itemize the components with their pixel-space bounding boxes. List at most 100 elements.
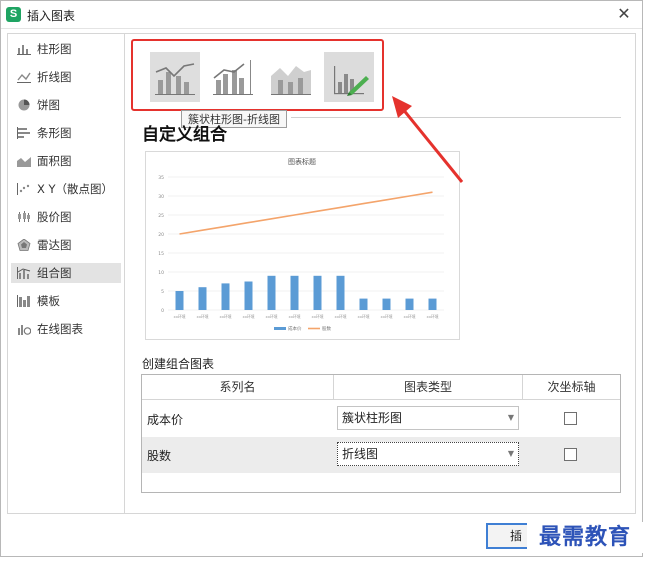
bar	[244, 281, 253, 310]
bar	[382, 298, 391, 310]
sidebar-item-label: 在线图表	[37, 322, 83, 336]
x-tick-label: xx环境	[380, 314, 392, 319]
legend-label: 成本价	[288, 325, 302, 332]
secondary-axis-checkbox[interactable]	[564, 448, 577, 461]
sidebar-item-combo[interactable]: 组合图	[11, 263, 121, 283]
header-chart-type: 图表类型	[334, 375, 522, 400]
x-tick-label: xx环境	[288, 314, 300, 319]
x-tick-label: xx环境	[219, 314, 231, 319]
y-tick-label: 0	[161, 308, 164, 314]
y-tick-label: 5	[161, 289, 164, 295]
combo-chart-icon	[17, 267, 31, 279]
close-button[interactable]: ✕	[614, 4, 634, 24]
sidebar-item-column[interactable]: 柱形图	[11, 39, 121, 59]
title-bar: S 插入图表 ✕	[1, 1, 642, 29]
section-title: 自定义组合	[142, 125, 227, 145]
clustered-column-line-secondary-axis-icon	[213, 60, 253, 95]
bar-chart-icon	[17, 127, 30, 139]
sidebar-item-label: 条形图	[37, 126, 72, 140]
sidebar-item-label: 股价图	[37, 210, 72, 224]
y-tick-label: 35	[158, 175, 164, 181]
bar	[359, 298, 368, 310]
y-tick-label: 15	[158, 251, 164, 257]
legend-swatch	[274, 327, 286, 330]
sidebar-item-online-chart[interactable]: 在线图表	[11, 319, 121, 339]
legend-label: 股数	[322, 325, 331, 332]
subtype-clustered-column-line[interactable]	[150, 52, 200, 102]
chart-type-value: 簇状柱形图	[342, 411, 403, 425]
sidebar-item-label: 雷达图	[37, 238, 72, 252]
chart-type-select[interactable]: 簇状柱形图 ▼	[337, 406, 519, 430]
y-tick-label: 30	[158, 194, 164, 200]
annotation-arrow	[392, 96, 464, 183]
sidebar-item-line[interactable]: 折线图	[11, 67, 121, 87]
y-tick-label: 25	[158, 213, 164, 219]
bar	[313, 275, 322, 310]
y-tick-label: 20	[158, 232, 164, 238]
x-tick-label: xx环境	[265, 314, 277, 319]
x-tick-label: xx环境	[311, 314, 323, 319]
x-tick-label: xx环境	[403, 314, 415, 319]
series-line	[179, 191, 433, 235]
bar	[405, 298, 414, 310]
sidebar-item-area[interactable]: 面积图	[11, 151, 121, 171]
column-chart-icon	[17, 45, 31, 55]
chevron-down-icon: ▼	[507, 413, 514, 422]
subtype-column-line-secondary-axis[interactable]	[208, 52, 258, 102]
x-tick-label: xx环境	[242, 314, 254, 319]
sidebar-item-label: 折线图	[37, 70, 72, 84]
sidebar-item-label: 组合图	[37, 266, 72, 280]
table-row: 成本价 簇状柱形图 ▼	[142, 401, 620, 437]
template-icon	[17, 295, 30, 307]
radar-chart-icon	[17, 239, 31, 251]
sidebar-item-scatter[interactable]: X Y（散点图）	[11, 179, 121, 199]
watermark-logo: 最需教育	[527, 522, 643, 553]
x-tick-label: xx环境	[196, 314, 208, 319]
header-secondary-axis: 次坐标轴	[523, 375, 620, 400]
sidebar-item-stock[interactable]: 股价图	[11, 207, 121, 227]
bar	[290, 275, 299, 310]
online-chart-icon	[18, 325, 31, 335]
line-chart-icon	[17, 72, 31, 83]
x-tick-label: xx环境	[426, 314, 438, 319]
series-name: 成本价	[147, 413, 184, 427]
subtype-stacked-area-column[interactable]	[266, 52, 316, 102]
series-table: 系列名 图表类型 次坐标轴 成本价 簇状柱形图 ▼ 股数 折线图 ▼	[141, 374, 621, 493]
sidebar-item-label: 模板	[37, 294, 60, 308]
subtype-custom-combo[interactable]	[324, 52, 374, 102]
x-tick-label: xx环境	[173, 314, 185, 319]
series-name: 股数	[147, 449, 172, 463]
bar	[221, 283, 230, 310]
stacked-area-clustered-column-icon	[271, 66, 311, 95]
sidebar-item-label: 面积图	[37, 154, 72, 168]
secondary-axis-checkbox[interactable]	[564, 412, 577, 425]
sidebar-item-radar[interactable]: 雷达图	[11, 235, 121, 255]
y-tick-label: 10	[158, 270, 164, 276]
chart-type-sidebar: 柱形图 折线图 饼图 条形图 面积图 X Y（散点图） 股价图 雷达图 组合图 …	[7, 33, 125, 514]
header-series-name: 系列名	[142, 375, 333, 400]
wps-app-icon: S	[6, 7, 21, 22]
create-combo-label: 创建组合图表	[142, 357, 215, 371]
bar	[336, 275, 345, 310]
sidebar-item-label: 柱形图	[37, 42, 72, 56]
sidebar-item-template[interactable]: 模板	[11, 291, 121, 311]
chart-type-select[interactable]: 折线图 ▼	[337, 442, 519, 466]
x-tick-label: xx环境	[334, 314, 346, 319]
sidebar-item-label: 饼图	[37, 98, 60, 112]
sidebar-item-pie[interactable]: 饼图	[11, 95, 121, 115]
pie-chart-icon	[18, 99, 30, 111]
insert-button-label: 插入	[510, 529, 523, 543]
scatter-chart-icon	[17, 183, 30, 195]
stock-chart-icon	[18, 211, 30, 222]
custom-combo-icon	[334, 66, 369, 96]
clustered-column-line-icon	[150, 52, 200, 102]
sidebar-item-bar[interactable]: 条形图	[11, 123, 121, 143]
chevron-down-icon: ▼	[507, 449, 514, 458]
table-row: 股数 折线图 ▼	[142, 437, 620, 473]
chart-title: 图表标题	[288, 157, 316, 166]
bar	[267, 275, 276, 310]
area-chart-icon	[17, 157, 31, 167]
x-tick-label: xx环境	[357, 314, 369, 319]
bar	[198, 287, 207, 310]
dialog-title: 插入图表	[27, 9, 76, 23]
